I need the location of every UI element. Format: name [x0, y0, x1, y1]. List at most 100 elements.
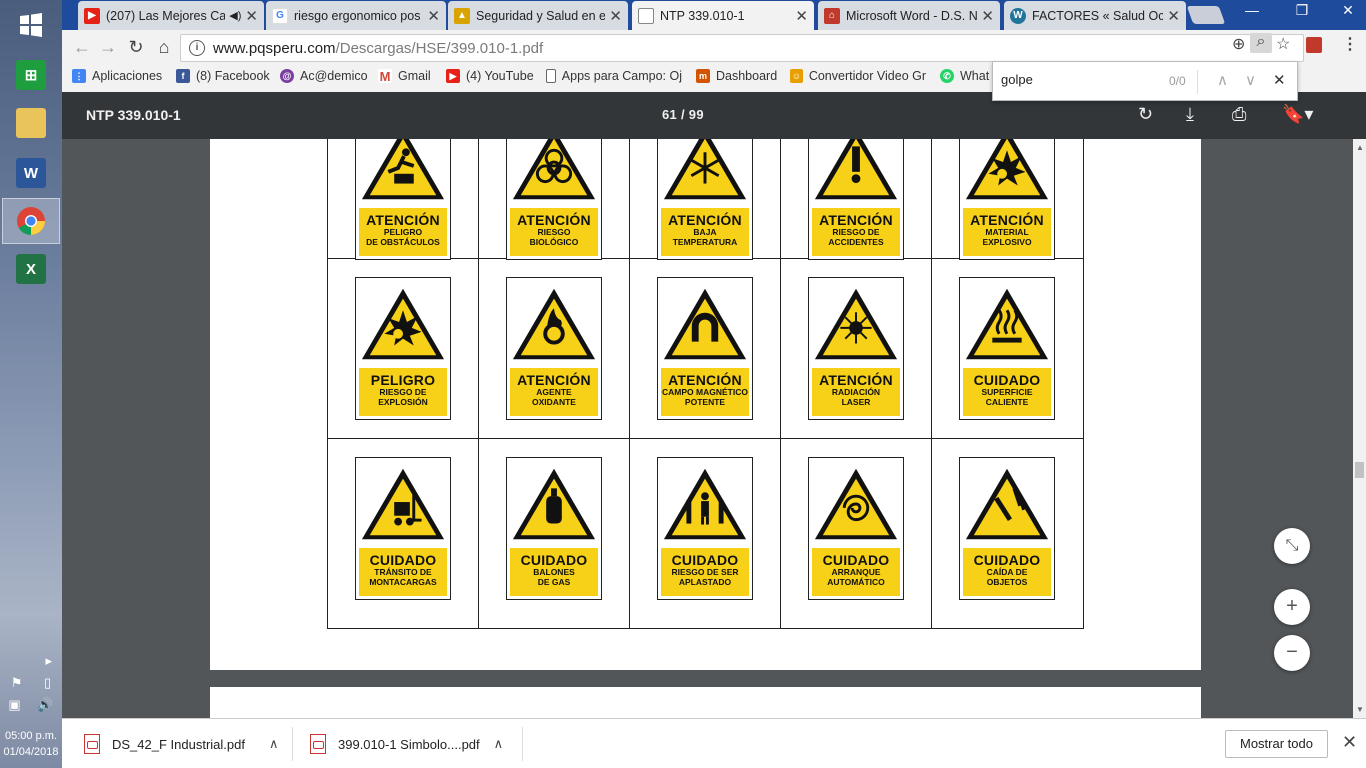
- pdf-page-next: [210, 687, 1201, 718]
- info-icon[interactable]: i: [189, 40, 205, 56]
- bookmark-dashboard[interactable]: m Dashboard: [696, 69, 777, 83]
- minimize-button[interactable]: —: [1238, 0, 1266, 20]
- bookmark-star-icon[interactable]: ☆: [1276, 34, 1290, 54]
- flag-icon[interactable]: ⚑: [11, 675, 23, 691]
- forklift-icon: [361, 468, 445, 540]
- find-input[interactable]: [1001, 72, 1161, 87]
- tab-seguridad[interactable]: ▲ Seguridad y Salud en el ✕: [448, 1, 628, 30]
- bookmark-facebook[interactable]: f (8) Facebook: [176, 69, 270, 83]
- find-close-icon[interactable]: ✕: [1273, 71, 1286, 89]
- bookmark-convertidor[interactable]: ☺ Convertidor Video Gr: [790, 69, 926, 83]
- scroll-down-icon[interactable]: ▼: [1356, 705, 1364, 714]
- chevron-up-icon[interactable]: ∧: [494, 736, 504, 752]
- show-all-button[interactable]: Mostrar todo: [1225, 730, 1328, 758]
- page-indicator[interactable]: 61 / 99: [662, 107, 704, 122]
- scroll-up-icon[interactable]: ▲: [1356, 143, 1364, 152]
- pdf-viewer[interactable]: ATENCIÓN PELIGRO DE OBSTÁCULOS ATENCIÓN RIE…: [62, 139, 1353, 718]
- close-icon[interactable]: ✕: [609, 7, 622, 25]
- menu-icon[interactable]: ⋮: [1342, 34, 1358, 54]
- bookmark-label: Aplicaciones: [92, 69, 163, 83]
- sign-label-band: ATENCIÓN RIESGO DE ACCIDENTES: [812, 208, 900, 256]
- tab-ntp[interactable]: NTP 339.010-1 ✕: [632, 1, 814, 30]
- back-button[interactable]: ←: [70, 36, 94, 60]
- download-name: 399.010-1 Simbolo....pdf: [338, 736, 480, 752]
- bookmark-academico[interactable]: @ Ac@demico: [280, 69, 368, 83]
- exclamation-icon: [814, 139, 898, 200]
- forward-button[interactable]: →: [96, 36, 120, 60]
- close-icon[interactable]: ✕: [981, 7, 994, 25]
- scrollbar[interactable]: ▲ ▼: [1353, 139, 1366, 718]
- volume-icon[interactable]: 🔊: [37, 697, 53, 713]
- tab-google[interactable]: G riesgo ergonomico pos ✕: [266, 1, 446, 30]
- sign-label-band: ATENCIÓN AGENTE OXIDANTE: [510, 368, 598, 416]
- bookmark-apps-campo[interactable]: Apps para Campo: Oj: [546, 69, 682, 83]
- sign-heading: ATENCIÓN: [366, 212, 440, 228]
- bookmark-whatsapp[interactable]: ✆ What: [940, 69, 992, 83]
- bookmark-gmail[interactable]: M Gmail: [378, 69, 431, 83]
- new-tab-button[interactable]: [1186, 6, 1226, 24]
- maximize-button[interactable]: ❐: [1288, 0, 1316, 20]
- sign-label-band: ATENCIÓN CAMPO MAGNÉTICO POTENTE: [661, 368, 749, 416]
- extension-icon[interactable]: [1306, 37, 1322, 53]
- reload-button[interactable]: ↻: [124, 36, 148, 60]
- taskbar-excel[interactable]: X: [2, 246, 60, 292]
- start-button[interactable]: [2, 2, 60, 48]
- warning-sign: CUIDADO RIESGO DE SER APLASTADO: [657, 457, 753, 600]
- clock-date: 01/04/2018: [3, 746, 59, 758]
- sign-cell: ATENCIÓN AGENTE OXIDANTE: [479, 259, 630, 439]
- sign-heading: ATENCIÓN: [819, 372, 893, 388]
- print-icon[interactable]: ⎙: [1232, 104, 1246, 125]
- download-item-2[interactable]: 399.010-1 Simbolo....pdf ∧: [310, 719, 503, 768]
- bookmark-label: Gmail: [398, 69, 431, 83]
- close-icon[interactable]: ✕: [795, 7, 808, 25]
- sign-cell: CUIDADO BALONES DE GAS: [479, 439, 630, 629]
- tab-factores[interactable]: W FACTORES « Salud Ocu ✕: [1004, 1, 1186, 30]
- address-bar[interactable]: i www.pqsperu.com/Descargas/HSE/399.010-…: [180, 34, 1304, 62]
- taskbar-store[interactable]: ⊞: [2, 52, 60, 98]
- close-icon[interactable]: ✕: [1167, 7, 1180, 25]
- sign-subtitle: SUPERFICIE CALIENTE: [981, 387, 1033, 407]
- download-icon[interactable]: ⤓: [1186, 104, 1194, 125]
- bookmark-youtube[interactable]: ▶ (4) YouTube: [446, 69, 534, 83]
- battery-icon[interactable]: ▯: [44, 675, 51, 691]
- download-item-1[interactable]: DS_42_F Industrial.pdf ∧: [84, 719, 278, 768]
- window-close-button[interactable]: ✕: [1334, 0, 1362, 20]
- taskbar-chrome[interactable]: [2, 198, 60, 244]
- taskbar-word[interactable]: W: [2, 150, 60, 196]
- clock[interactable]: 05:00 p.m. 01/04/2018: [0, 728, 62, 760]
- zoom-icon[interactable]: ⊕: [1232, 34, 1245, 54]
- chevron-up-icon[interactable]: ∧: [269, 736, 279, 752]
- sign-subtitle: ARRANQUE AUTOMÁTICO: [827, 567, 885, 587]
- shelf-close-icon[interactable]: ✕: [1342, 732, 1357, 753]
- bookmark-label: Ac@demico: [300, 69, 368, 83]
- rotate-icon[interactable]: ↻: [1138, 104, 1153, 125]
- find-previous-icon[interactable]: ∧: [1217, 71, 1228, 89]
- sign-cell: CUIDADO SUPERFICIE CALIENTE: [932, 259, 1083, 439]
- sign-cell: CUIDADO TRÁNSITO DE MONTACARGAS: [328, 439, 479, 629]
- close-icon[interactable]: ✕: [427, 7, 440, 25]
- google-icon: G: [272, 7, 288, 24]
- sign-heading: ATENCIÓN: [668, 372, 742, 388]
- sign-label-band: CUIDADO ARRANQUE AUTOMÁTICO: [812, 548, 900, 596]
- zoom-out-button[interactable]: −: [1274, 635, 1310, 671]
- network-icon[interactable]: ▣: [8, 697, 20, 713]
- home-button[interactable]: ⌂: [152, 36, 176, 60]
- tab-word-doc[interactable]: ⌂ Microsoft Word - D.S. N ✕: [818, 1, 1000, 30]
- explosion-icon: [965, 139, 1049, 200]
- zoom-in-button[interactable]: +: [1274, 589, 1310, 625]
- bookmark-apps[interactable]: ⋮ Aplicaciones: [72, 69, 162, 83]
- bookmark-menu-icon[interactable]: 🔖▾: [1282, 104, 1313, 125]
- find-next-icon[interactable]: ∨: [1245, 71, 1256, 89]
- warning-sign: ATENCIÓN RIESGO DE ACCIDENTES: [808, 139, 904, 260]
- taskbar-explorer[interactable]: [2, 100, 60, 146]
- find-active-icon[interactable]: ⌕: [1250, 33, 1272, 53]
- close-icon[interactable]: ✕: [245, 7, 258, 25]
- scroll-thumb[interactable]: [1355, 462, 1364, 478]
- tab-youtube[interactable]: ▶ (207) Las Mejores Ca ◀) ✕: [78, 1, 264, 30]
- falling-objects-icon: [965, 468, 1049, 540]
- fit-page-button[interactable]: ⤡: [1274, 528, 1310, 564]
- tray-expand-icon[interactable]: ▸: [0, 653, 62, 669]
- sign-heading: CUIDADO: [369, 552, 437, 568]
- speaker-icon[interactable]: ◀): [229, 9, 241, 22]
- sign-subtitle: RIESGO DE EXPLOSIÓN: [378, 387, 428, 407]
